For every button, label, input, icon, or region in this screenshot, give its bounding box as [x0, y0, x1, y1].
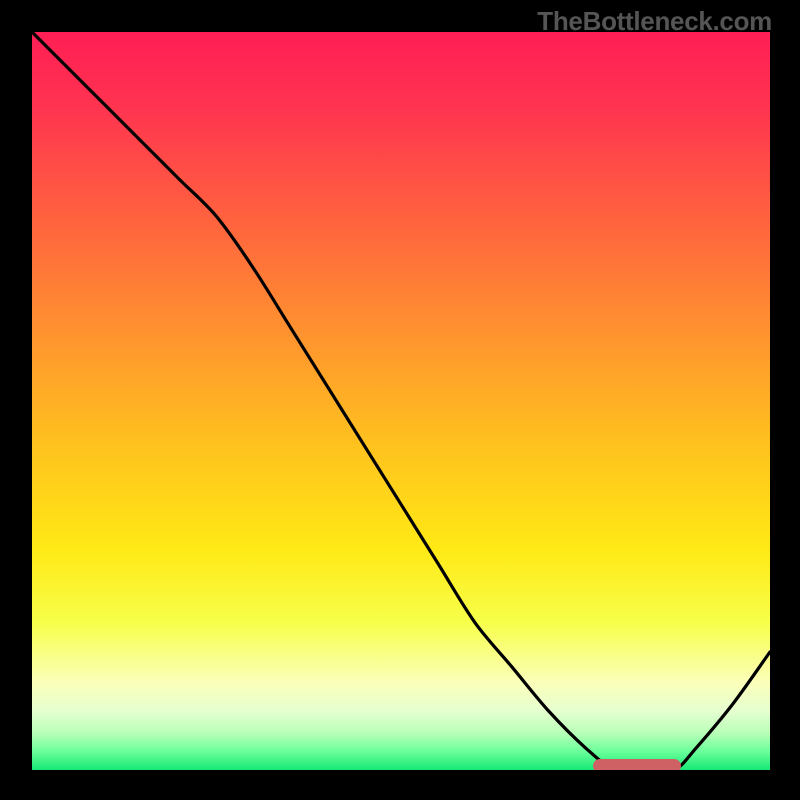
background-gradient	[32, 32, 770, 770]
plot-area	[32, 32, 770, 770]
optimal-range-marker	[593, 759, 682, 770]
chart-canvas: TheBottleneck.com	[0, 0, 800, 800]
